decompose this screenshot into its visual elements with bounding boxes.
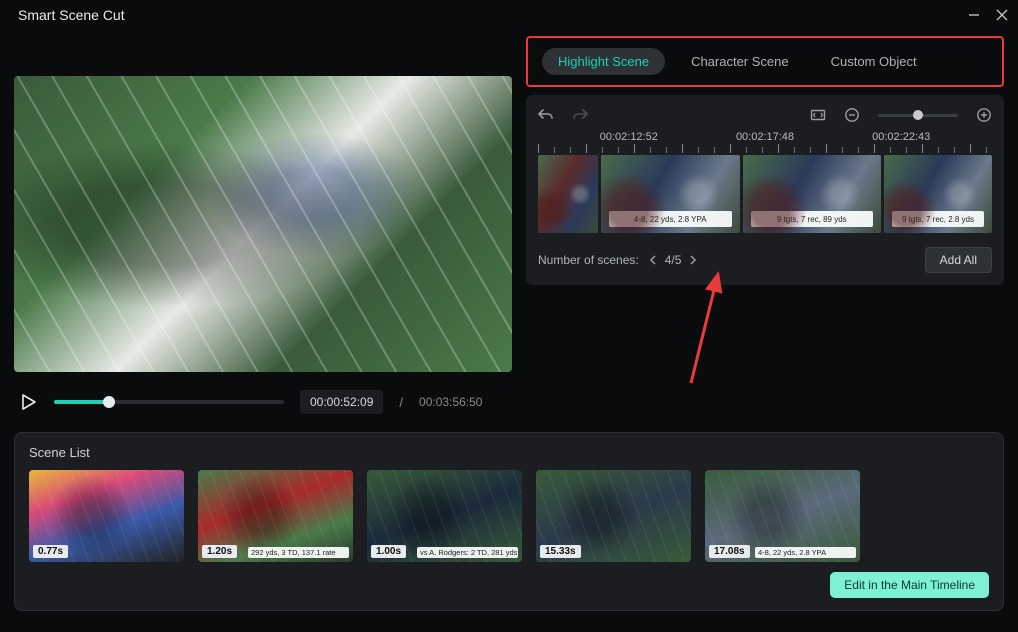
tab-highlight-scene[interactable]: Highlight Scene [542,48,665,75]
ruler-label: 00:02:22:43 [872,131,930,143]
scene-caption: 292 yds, 3 TD, 137.1 rate [248,547,349,558]
seek-slider[interactable] [54,400,284,404]
minimize-button[interactable] [968,9,980,21]
zoom-slider[interactable] [878,114,958,117]
tab-custom-object[interactable]: Custom Object [815,48,933,75]
video-preview[interactable] [14,76,512,372]
scene-duration: 1.00s [371,545,406,558]
scene-card[interactable]: 1.00s vs A. Rodgers: 2 TD, 281 yds [367,470,522,562]
next-page-icon[interactable] [689,255,697,265]
scene-card[interactable]: 1.20s 292 yds, 3 TD, 137.1 rate [198,470,353,562]
num-scenes-label: Number of scenes: [538,253,639,267]
fit-icon[interactable] [810,107,826,123]
scene-card[interactable]: 15.33s [536,470,691,562]
timeline-panel: 00:02:12:52 00:02:17:48 00:02:22:43 4-8,… [526,95,1004,285]
current-time: 00:00:52:09 [300,390,383,414]
tab-character-scene[interactable]: Character Scene [675,48,805,75]
titlebar: Smart Scene Cut [0,0,1018,30]
play-button[interactable] [20,393,38,411]
scene-duration: 1.20s [202,545,237,558]
annotation-arrow-icon [686,268,726,388]
timeline-clip[interactable] [538,155,598,233]
ruler-label: 00:02:17:48 [736,131,794,143]
window-buttons [968,9,1008,21]
undo-icon[interactable] [538,107,554,123]
prev-page-icon[interactable] [649,255,657,265]
ruler-label: 00:02:12:52 [600,131,658,143]
duration: 00:03:56:50 [419,395,482,409]
timeline-clips: 4-8, 22 yds, 2.8 YPA 9 tgts, 7 rec, 89 y… [538,155,992,233]
scene-list-title: Scene List [29,445,989,460]
time-separator: / [399,395,403,410]
timeline-clip[interactable]: 9 tgts, 7 rec, 89 yds [743,155,882,233]
scene-pager: 4/5 [649,253,698,267]
player-controls: 00:00:52:09 / 00:03:56:50 [14,372,512,422]
scene-duration: 17.08s [709,545,750,558]
scene-card[interactable]: 0.77s [29,470,184,562]
scene-duration: 15.33s [540,545,581,558]
edit-timeline-button[interactable]: Edit in the Main Timeline [830,572,989,598]
scene-caption: vs A. Rodgers: 2 TD, 281 yds [417,547,518,558]
zoom-out-icon[interactable] [844,107,860,123]
scene-type-tabs: Highlight Scene Character Scene Custom O… [526,36,1004,87]
scene-duration: 0.77s [33,545,68,558]
close-button[interactable] [996,9,1008,21]
clip-caption: 4-8, 22 yds, 2.8 YPA [609,211,732,227]
zoom-thumb[interactable] [913,110,923,120]
timeline-clip[interactable]: 9 tgts, 7 rec, 2.8 yds [884,155,992,233]
timeline-clip[interactable]: 4-8, 22 yds, 2.8 YPA [601,155,740,233]
window-title: Smart Scene Cut [18,7,125,23]
scene-caption: 4-8, 22 yds, 2.8 YPA [755,547,856,558]
add-all-button[interactable]: Add All [925,247,992,273]
clip-caption: 9 tgts, 7 rec, 2.8 yds [892,211,984,227]
zoom-in-icon[interactable] [976,107,992,123]
redo-icon[interactable] [572,107,588,123]
clip-caption: 9 tgts, 7 rec, 89 yds [751,211,874,227]
timeline-ruler[interactable]: 00:02:12:52 00:02:17:48 00:02:22:43 [538,131,992,153]
seek-thumb[interactable] [103,396,115,408]
page-indicator: 4/5 [665,253,682,267]
scene-list-panel: Scene List 0.77s 1.20s 292 yds, 3 TD, 13… [14,432,1004,611]
scene-card[interactable]: 17.08s 4-8, 22 yds, 2.8 YPA [705,470,860,562]
